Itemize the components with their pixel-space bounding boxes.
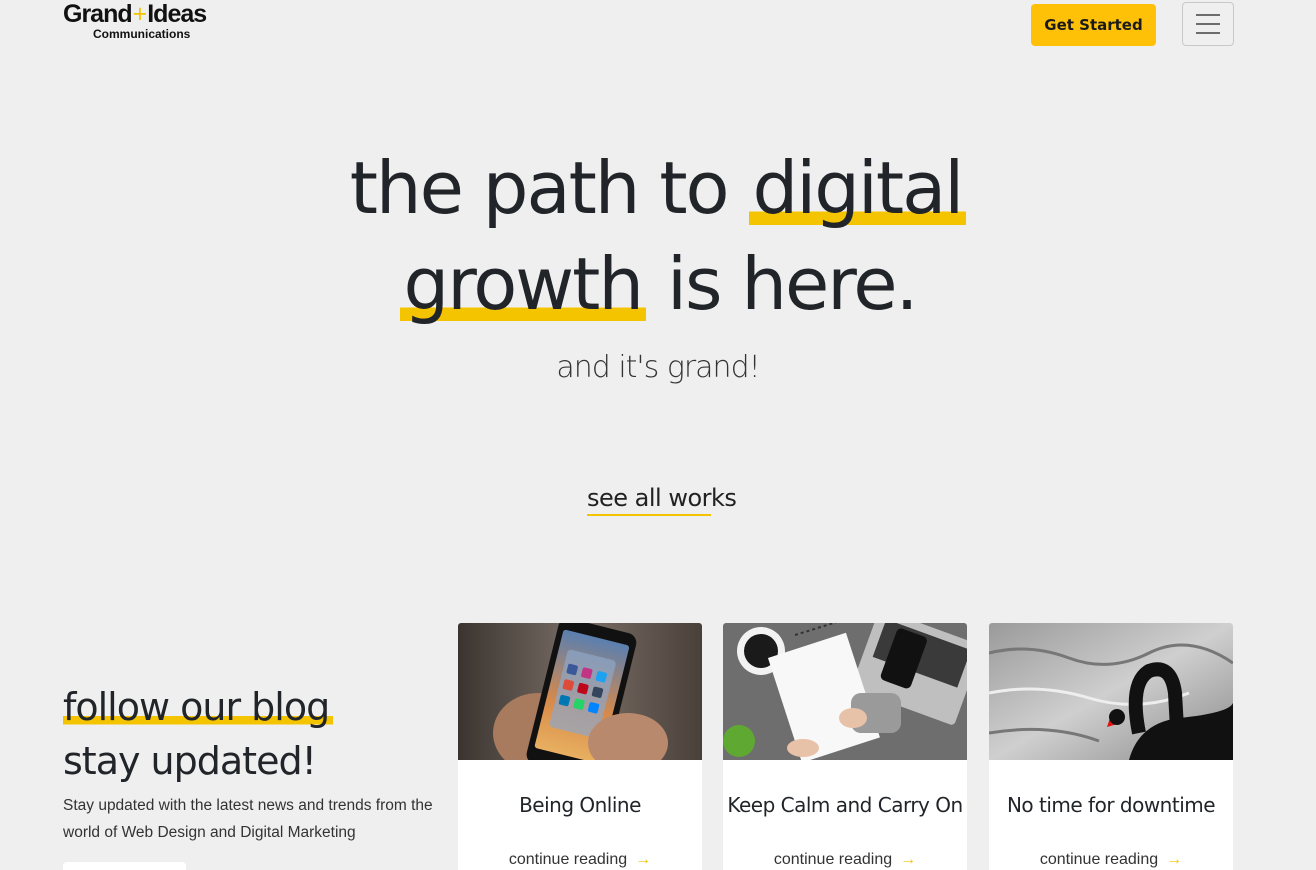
hero-highlight: growth [399,242,647,326]
logo[interactable]: Grand+Ideas Communications [63,2,223,44]
hamburger-icon [1196,14,1220,16]
hamburger-icon-bar [1196,32,1220,34]
blog-button[interactable] [63,862,186,870]
blog-card[interactable]: No time for downtime continue reading → [989,623,1233,870]
see-all-works-link[interactable]: see all works [587,482,737,516]
arrow-right-icon: → [635,851,652,868]
blog-heading: follow our blog stay updated! [63,680,443,788]
continue-reading-link[interactable]: continue reading → [989,851,1233,869]
hero-heading: the path to digital growth is here. [0,140,1316,332]
blog-heading-line-2: stay updated! [63,739,317,783]
hero-highlight: digital [748,146,967,230]
blog-heading-line-1: follow our blog [63,680,443,734]
arrow-right-icon: → [900,851,917,868]
card-title: No time for downtime [1006,793,1216,817]
blog-card[interactable]: Keep Calm and Carry On continue reading → [723,623,967,870]
hamburger-icon-bar [1196,23,1220,25]
blog-description: Stay updated with the latest news and tr… [63,797,433,841]
menu-toggle-button[interactable] [1182,2,1234,46]
card-title: Keep Calm and Carry On [727,793,963,817]
logo-wordmark: Grand+Ideas [63,0,207,28]
logo-subtitle: Communications [93,27,191,41]
hero-line-1: the path to digital [0,140,1316,236]
card-image-desk [723,623,967,760]
hero-text: the path to [349,146,730,230]
card-image-swan [989,623,1233,760]
card-image-phone [458,623,702,760]
get-started-button[interactable]: Get Started [1031,4,1156,46]
card-title: Being Online [519,793,641,817]
continue-reading-link[interactable]: continue reading → [723,851,967,869]
hero-tagline: and it's grand! [556,350,760,385]
continue-reading-link[interactable]: continue reading → [458,851,702,869]
arrow-right-icon: → [1166,851,1183,868]
hero-line-2: growth is here. [0,236,1316,332]
hero-text: is here. [666,242,919,326]
blog-card[interactable]: Being Online continue reading → [458,623,702,870]
